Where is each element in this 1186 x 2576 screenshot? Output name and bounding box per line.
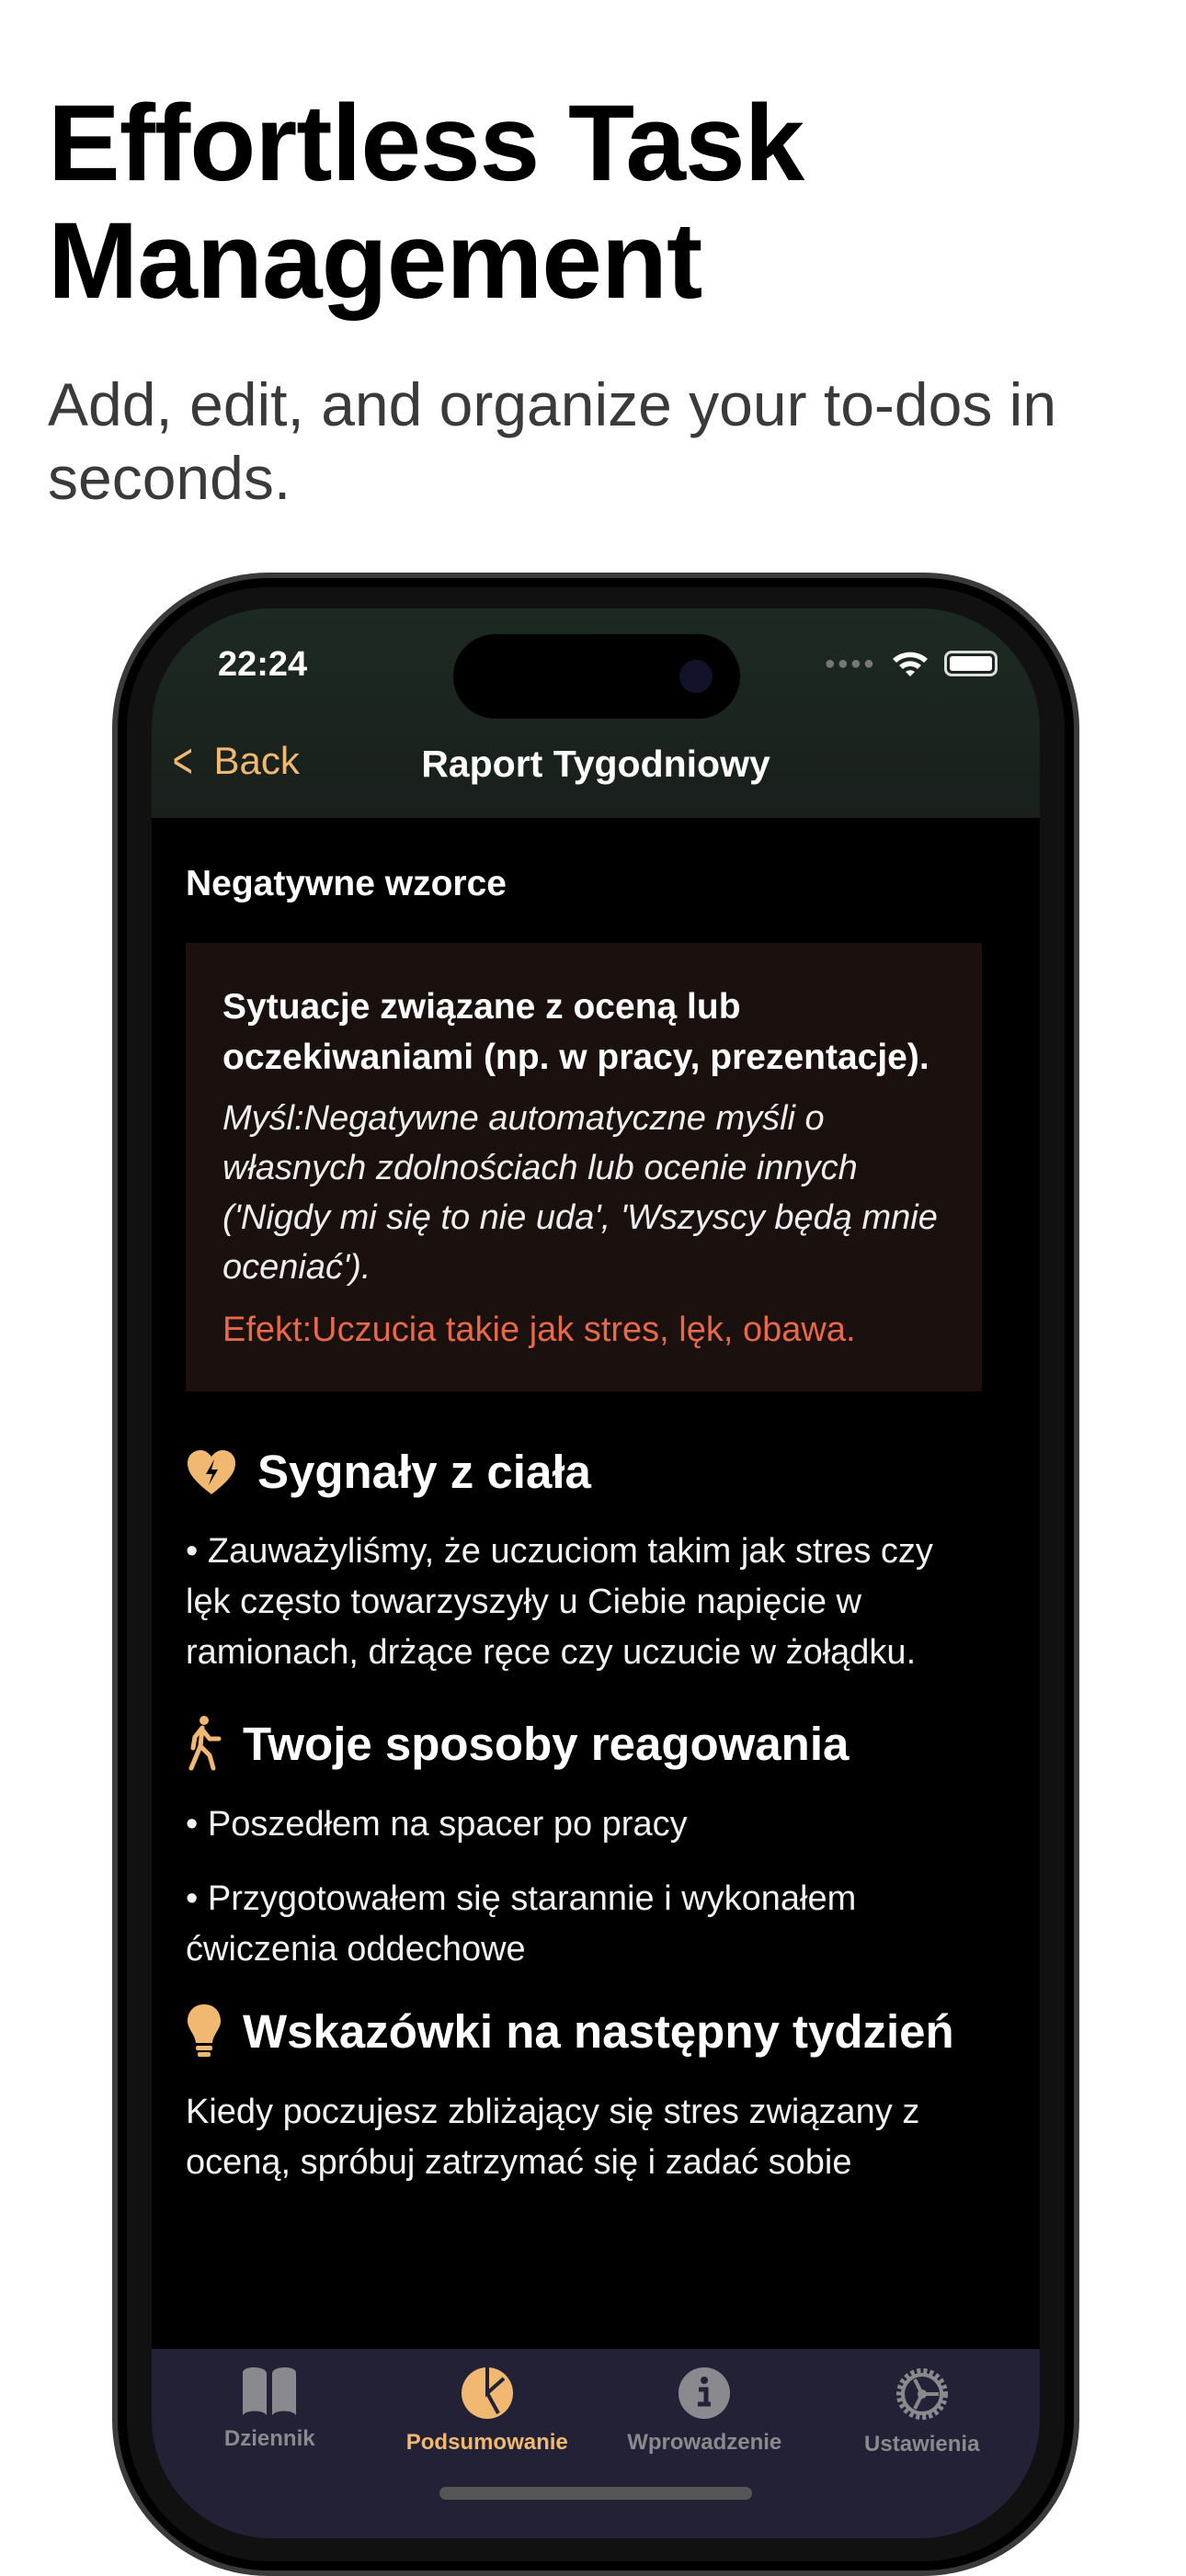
section-title: Sygnały z ciała bbox=[257, 1446, 591, 1498]
list-item: • Zauważyliśmy, że uczuciom takim jak st… bbox=[186, 1532, 933, 1672]
section-title: Twoje sposoby reagowania bbox=[243, 1717, 850, 1770]
navigation-bar: 22:24 ●●●● Raport Tygodniowy < Back bbox=[152, 608, 1040, 818]
walking-figure-icon bbox=[188, 1716, 222, 1771]
tab-label: Dziennik bbox=[223, 2426, 315, 2451]
tab-dziennik[interactable]: Dziennik bbox=[164, 2366, 375, 2457]
reactions-section: Twoje sposoby reagowania • Poszedłem na … bbox=[186, 1715, 982, 1975]
home-indicator[interactable] bbox=[439, 2487, 752, 2500]
pattern-situation: Sytuacje związane z oceną lub oczekiwani… bbox=[222, 987, 929, 1077]
report-content: Negatywne wzorce Sytuacje związane z oce… bbox=[186, 864, 982, 2212]
section-title: Wskazówki na następny tydzień bbox=[243, 2004, 954, 2058]
tab-label: Ustawienia bbox=[864, 2432, 980, 2457]
pattern-effect: Efekt:Uczucia takie jak stres, lęk, obaw… bbox=[222, 1311, 856, 1349]
pie-chart-icon bbox=[461, 2367, 513, 2419]
tab-bar: Dziennik Podsumowanie Wprowadzenie Ustaw… bbox=[152, 2349, 1040, 2538]
back-label: Back bbox=[213, 739, 300, 782]
wifi-icon bbox=[893, 652, 928, 676]
pattern-thought: Myśl:Negatywne automatyczne myśli o włas… bbox=[222, 1099, 938, 1287]
section-label: Negatywne wzorce bbox=[186, 864, 507, 903]
tips-text: Kiedy poczujesz zbliżający się stres zwi… bbox=[186, 2093, 920, 2182]
back-button[interactable]: < Back bbox=[168, 733, 300, 789]
heart-bolt-icon bbox=[188, 1449, 235, 1494]
list-item: • Poszedłem na spacer po pracy bbox=[186, 1805, 688, 1844]
pattern-card: Sytuacje związane z oceną lub oczekiwani… bbox=[186, 943, 982, 1391]
status-icons: ●●●● bbox=[825, 649, 998, 678]
status-time: 22:24 bbox=[218, 645, 308, 684]
hero-title-line: Effortless Task bbox=[48, 83, 804, 204]
dynamic-island bbox=[453, 634, 740, 719]
gear-icon bbox=[895, 2368, 948, 2420]
chevron-left-icon: < bbox=[172, 733, 193, 789]
list-item: • Przygotowałem się starannie i wykonałe… bbox=[186, 1879, 857, 1969]
camera-icon bbox=[679, 660, 713, 693]
hero-subtitle: Add, edit, and organize your to-dos in s… bbox=[48, 370, 1057, 512]
tips-section: Wskazówki na następny tydzień Kiedy pocz… bbox=[186, 2003, 982, 2188]
book-icon bbox=[243, 2367, 297, 2415]
signal-icon: ●●●● bbox=[824, 653, 876, 674]
hero-title-line: Management bbox=[48, 200, 702, 322]
tab-ustawienia[interactable]: Ustawienia bbox=[816, 2366, 1028, 2457]
tab-wprowadzenie[interactable]: Wprowadzenie bbox=[599, 2366, 810, 2457]
hero-title: Effortless Task Management bbox=[48, 85, 804, 320]
tab-label: Wprowadzenie bbox=[627, 2430, 782, 2455]
tab-podsumowanie[interactable]: Podsumowanie bbox=[382, 2366, 593, 2457]
tab-label: Podsumowanie bbox=[405, 2430, 568, 2455]
info-icon bbox=[679, 2367, 731, 2419]
lightbulb-icon bbox=[188, 2004, 221, 2057]
battery-icon bbox=[944, 651, 998, 676]
phone-screen: 22:24 ●●●● Raport Tygodniowy < Back Negat… bbox=[152, 608, 1040, 2538]
body-signals-section: Sygnały z ciała • Zauważyliśmy, że uczuc… bbox=[186, 1445, 982, 1678]
